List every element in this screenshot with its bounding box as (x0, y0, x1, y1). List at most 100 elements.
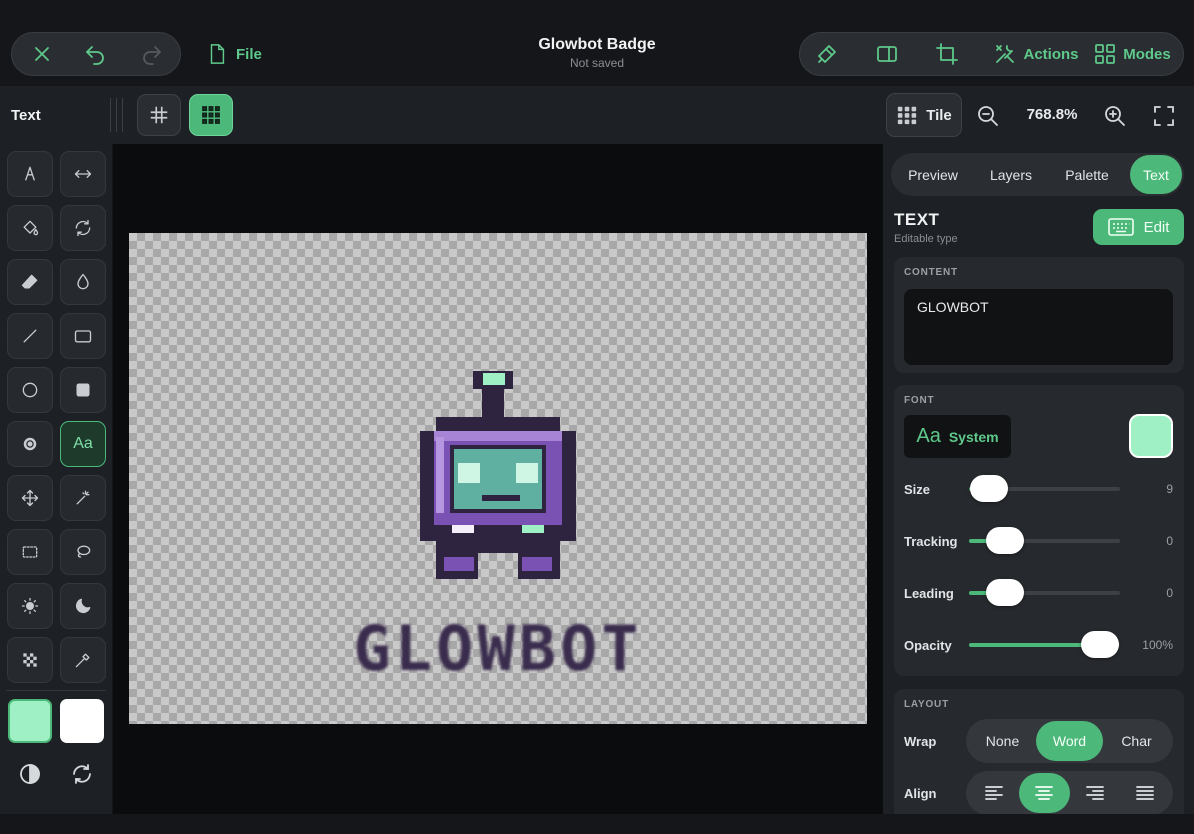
close-icon (35, 47, 50, 61)
hash-grid-icon (150, 106, 168, 124)
radial-tool[interactable] (7, 421, 53, 467)
size-label: Size (904, 482, 931, 497)
fill-tool[interactable] (7, 205, 53, 251)
text-content-field[interactable]: GLOWBOT (904, 289, 1173, 365)
canvas-text-layer[interactable]: GLOWBOT (129, 612, 867, 685)
modes-label: Modes (1123, 45, 1171, 63)
align-right-button[interactable] (1070, 773, 1120, 813)
tile-mode-button[interactable]: Tile (886, 93, 962, 137)
marquee-tool[interactable] (7, 529, 53, 575)
dots-grid-icon (202, 106, 220, 124)
magic-wand-tool[interactable] (60, 475, 106, 521)
eraser-icon (21, 274, 38, 289)
edit-label: Edit (1143, 218, 1170, 236)
contrast-button[interactable] (16, 760, 44, 788)
close-button[interactable] (18, 32, 67, 76)
move-icon (21, 489, 39, 507)
file-menu-button[interactable]: File (206, 40, 262, 68)
magic-wand-icon (76, 490, 90, 505)
slider-knob[interactable] (986, 527, 1024, 554)
eyedropper-tool[interactable] (60, 637, 106, 683)
robot-sprite (420, 371, 576, 579)
current-tool-name: Text (11, 107, 41, 124)
fill-bucket-icon (23, 220, 39, 236)
leading-value: 0 (1166, 586, 1173, 600)
size-slider[interactable] (969, 475, 1120, 502)
tile-label: Tile (926, 106, 952, 124)
sidebar-toggle-icon (877, 46, 897, 62)
redo-icon (142, 46, 161, 65)
undo-button[interactable] (67, 32, 124, 76)
sun-icon (21, 597, 39, 615)
font-glyph: Aa (916, 425, 941, 447)
checker-icon (23, 653, 37, 667)
flip-horizontal-icon (74, 170, 92, 178)
primary-color-swatch[interactable] (8, 699, 52, 743)
text-tool[interactable]: Aa (60, 421, 106, 467)
align-center-button[interactable] (1019, 773, 1070, 813)
size-value: 9 (1166, 482, 1173, 496)
redo-button[interactable] (123, 32, 180, 76)
align-label: Align (904, 786, 937, 801)
tab-palette[interactable]: Palette (1049, 155, 1125, 194)
wrap-word-option[interactable]: Word (1036, 721, 1103, 761)
align-segmented-control (966, 771, 1173, 815)
edit-text-button[interactable]: Edit (1093, 209, 1184, 245)
zoom-in-button[interactable] (1101, 102, 1129, 130)
line-tool[interactable] (7, 313, 53, 359)
tab-layers[interactable]: Layers (973, 155, 1049, 194)
wrap-char-option[interactable]: Char (1103, 721, 1170, 761)
tab-preview[interactable]: Preview (893, 155, 973, 194)
tracking-slider[interactable] (969, 527, 1120, 554)
font-picker-button[interactable]: Aa System (904, 415, 1011, 458)
pen-tool[interactable] (7, 151, 53, 197)
blur-tool[interactable] (60, 259, 106, 305)
font-section-label: FONT (904, 395, 935, 406)
eyedropper-icon (75, 653, 90, 668)
align-justify-button[interactable] (1120, 773, 1170, 813)
slider-knob[interactable] (986, 579, 1024, 606)
font-color-well[interactable] (1129, 414, 1173, 458)
opacity-slider[interactable] (969, 631, 1120, 658)
lasso-tool[interactable] (60, 529, 106, 575)
align-left-button[interactable] (969, 773, 1019, 813)
panel-heading: TEXT (894, 210, 940, 229)
target-icon (23, 437, 37, 451)
darken-tool[interactable] (60, 583, 106, 629)
align-justify-icon (1135, 786, 1154, 800)
slider-knob[interactable] (970, 475, 1008, 502)
line-icon (23, 329, 37, 343)
grid-toggle-button[interactable] (137, 94, 181, 136)
swap-colors-button[interactable] (68, 760, 96, 788)
modes-button[interactable]: Modes (1092, 32, 1172, 76)
leading-slider[interactable] (969, 579, 1120, 606)
eraser-tool[interactable] (7, 259, 53, 305)
history-controls (11, 32, 181, 76)
crop-button[interactable] (922, 32, 972, 76)
tab-text[interactable]: Text (1130, 155, 1182, 194)
brighten-tool[interactable] (7, 583, 53, 629)
slider-knob[interactable] (1081, 631, 1119, 658)
filled-rectangle-tool[interactable] (60, 367, 106, 413)
pixel-grid-toggle-button[interactable] (189, 94, 233, 136)
dither-tool[interactable] (7, 637, 53, 683)
pen-icon (25, 166, 35, 181)
hammer-icon (818, 45, 836, 63)
actions-button[interactable]: Actions (984, 32, 1088, 76)
fullscreen-button[interactable] (1150, 102, 1178, 130)
brush-settings-button[interactable] (802, 32, 852, 76)
circle-icon (22, 382, 38, 398)
crop-icon (936, 43, 958, 65)
rectangle-tool[interactable] (60, 313, 106, 359)
wrap-none-option[interactable]: None (969, 721, 1036, 761)
flip-tool[interactable] (60, 151, 106, 197)
move-tool[interactable] (7, 475, 53, 521)
filled-square-icon (76, 383, 90, 397)
toggle-panel-button[interactable] (852, 32, 922, 76)
secondary-color-swatch[interactable] (60, 699, 104, 743)
droplet-icon (77, 273, 89, 290)
tracking-label: Tracking (904, 534, 958, 549)
ellipse-tool[interactable] (7, 367, 53, 413)
zoom-out-button[interactable] (974, 102, 1002, 130)
rotate-tool[interactable] (60, 205, 106, 251)
